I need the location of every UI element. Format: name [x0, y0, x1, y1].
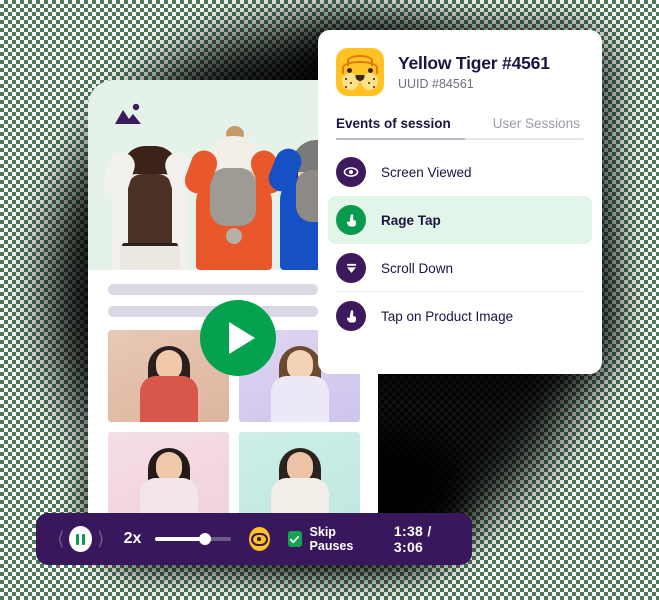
pause-button[interactable] — [69, 526, 93, 552]
product-tile[interactable] — [239, 432, 360, 520]
chevron-left-icon[interactable]: ⟨ — [52, 530, 69, 549]
playback-time: 1:38 / 3:06 — [393, 523, 432, 555]
events-list: Screen Viewed Rage Tap Scroll Down Tap o… — [318, 140, 602, 340]
tap-hand-icon — [336, 301, 366, 331]
model-2 — [181, 110, 287, 270]
canvas: Yellow Tiger #4561 UUID #84561 Events of… — [0, 0, 659, 600]
list-item[interactable]: Tap on Product Image — [328, 292, 592, 340]
scroll-down-icon — [336, 253, 366, 283]
session-card-header: Yellow Tiger #4561 UUID #84561 — [318, 30, 602, 96]
list-item[interactable]: Rage Tap — [328, 196, 592, 244]
product-tile[interactable] — [108, 432, 229, 520]
tiger-avatar-icon — [336, 48, 384, 96]
tab-underline-active — [336, 137, 465, 140]
slider-fill — [155, 537, 204, 541]
session-player-controls: ⟨ ⟩ 2x Skip Pauses 1:38 / 3:06 — [36, 513, 472, 565]
list-item[interactable]: Screen Viewed — [328, 148, 592, 196]
tap-hand-icon — [336, 205, 366, 235]
skip-pauses-label[interactable]: Skip Pauses — [310, 525, 374, 553]
list-item-label: Tap on Product Image — [381, 308, 514, 324]
list-item-label: Screen Viewed — [381, 164, 472, 180]
list-item-label: Rage Tap — [381, 212, 441, 228]
play-button[interactable] — [200, 300, 276, 376]
session-uuid: UUID #84561 — [398, 77, 474, 91]
tab-events-of-session[interactable]: Events of session — [336, 116, 451, 140]
eye-icon — [336, 157, 366, 187]
playback-speed-label[interactable]: 2x — [124, 530, 142, 548]
slider-handle[interactable] — [198, 533, 211, 545]
tab-user-sessions[interactable]: User Sessions — [493, 116, 580, 140]
list-item-label: Scroll Down — [381, 260, 454, 276]
list-item[interactable]: Scroll Down — [328, 244, 592, 292]
chevron-right-icon[interactable]: ⟩ — [92, 530, 109, 549]
page-title: Yellow Tiger #4561 — [398, 53, 550, 73]
card-tabs: Events of session User Sessions — [336, 116, 584, 140]
eye-icon[interactable] — [248, 527, 270, 551]
model-1 — [99, 120, 201, 270]
session-details-card: Yellow Tiger #4561 UUID #84561 Events of… — [318, 30, 602, 374]
volume-slider[interactable] — [155, 532, 231, 546]
skip-pauses-checkbox[interactable] — [287, 531, 302, 547]
text-placeholder-line — [108, 284, 318, 295]
play-icon — [228, 322, 255, 354]
